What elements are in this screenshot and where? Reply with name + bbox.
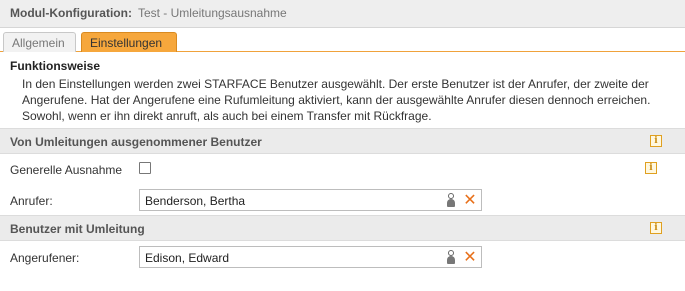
functionality-description: In den Einstellungen werden zwei STARFAC… — [22, 77, 651, 123]
caller-value: Benderson, Bertha — [145, 194, 246, 208]
tab-einstellungen[interactable]: Einstellungen — [81, 32, 177, 52]
close-icon[interactable]: ✕ — [463, 192, 477, 208]
close-icon[interactable]: ✕ — [463, 249, 477, 265]
caller-label: Anrufer: — [10, 194, 53, 208]
tab-allgemein[interactable]: Allgemein — [3, 32, 76, 52]
info-icon[interactable]: i — [650, 135, 662, 147]
functionality-title: Funktionsweise — [10, 59, 101, 73]
user-icon[interactable] — [446, 193, 456, 207]
header-value: Test - Umleitungsausnahme — [137, 6, 287, 20]
info-icon[interactable]: i — [645, 162, 657, 174]
tab-bar: Allgemein Einstellungen — [0, 28, 685, 52]
group-header-forwarding-user: Benutzer mit Umleitung — [0, 215, 685, 241]
user-icon[interactable] — [446, 250, 456, 264]
functionality-section: Funktionsweise In den Einstellungen werd… — [0, 53, 685, 127]
module-config-header: Modul-Konfiguration: Test - Umleitungsaus… — [0, 0, 685, 28]
group-header-excluded-user: Von Umleitungen ausgenommener Benutzer — [0, 128, 685, 154]
callee-field[interactable]: Edison, Edward — [139, 246, 482, 268]
callee-label: Angerufener: — [10, 251, 80, 265]
general-exception-checkbox[interactable] — [139, 162, 151, 174]
caller-field[interactable]: Benderson, Bertha — [139, 189, 482, 211]
general-exception-label: Generelle Ausnahme — [10, 163, 123, 177]
header-label: Modul-Konfiguration: — [10, 6, 132, 20]
callee-value: Edison, Edward — [145, 251, 230, 265]
group-title-forwarding-user: Benutzer mit Umleitung — [10, 222, 145, 236]
info-icon[interactable]: i — [650, 222, 662, 234]
group-title-excluded-user: Von Umleitungen ausgenommener Benutzer — [10, 135, 262, 149]
